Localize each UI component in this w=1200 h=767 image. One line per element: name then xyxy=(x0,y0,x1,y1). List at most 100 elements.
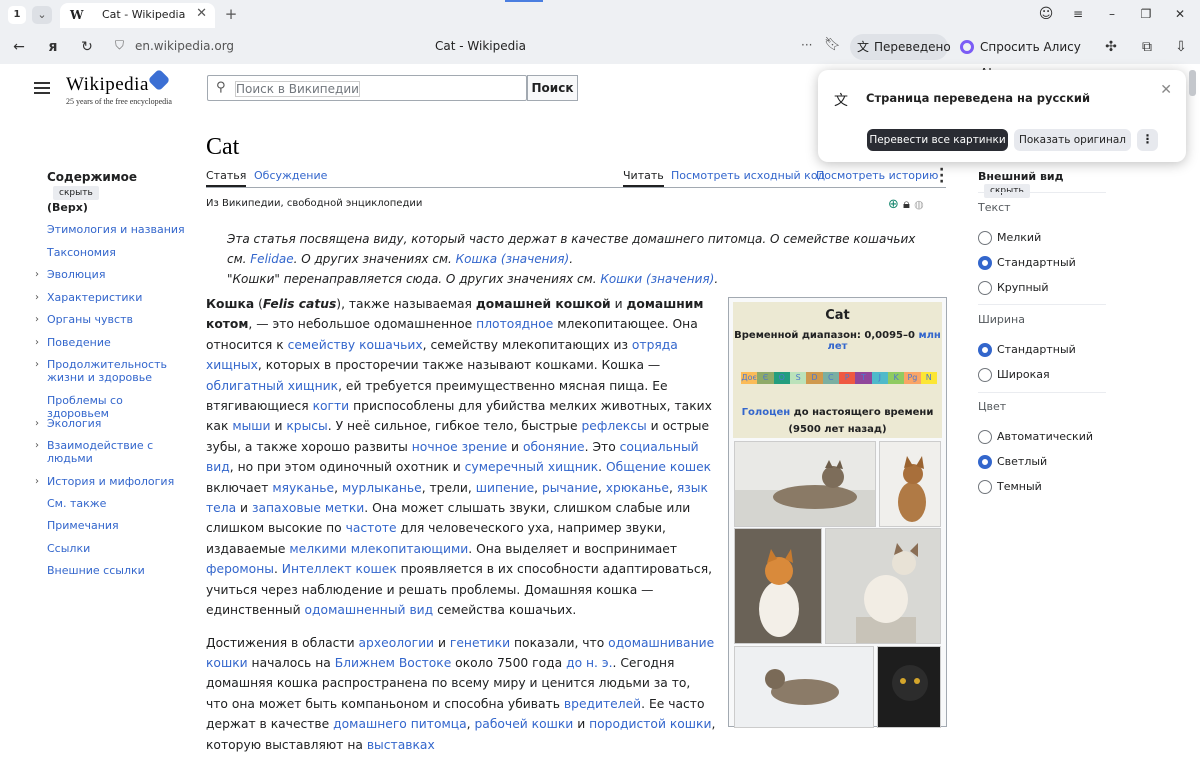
link[interactable]: шипение xyxy=(476,481,534,495)
cat-photo-abyssinian[interactable] xyxy=(879,441,941,527)
link[interactable]: мурлыканье xyxy=(342,481,422,495)
link[interactable]: обоняние xyxy=(523,440,585,454)
toc-item[interactable]: › Органы чувств xyxy=(35,313,187,326)
browser-tab[interactable]: W Cat - Wikipedia ✕ xyxy=(60,3,215,28)
toc-hide-button[interactable]: скрыть xyxy=(53,186,99,200)
link[interactable]: сумеречный хищник xyxy=(465,460,598,474)
cat-photo-tabby-walking[interactable] xyxy=(734,646,874,728)
link[interactable]: когти xyxy=(313,399,350,413)
link[interactable]: рабочей кошки xyxy=(474,717,573,731)
close-popup-icon[interactable]: ✕ xyxy=(1160,82,1172,98)
extensions-icon[interactable]: ✣ xyxy=(1100,36,1122,58)
search-input[interactable]: ⚲ Поиск в Википедии xyxy=(207,75,527,101)
chevron-right-icon[interactable]: › xyxy=(35,313,39,326)
link[interactable]: запаховые метки xyxy=(252,501,364,515)
toc-item[interactable]: Примечания xyxy=(47,519,187,532)
chevron-right-icon[interactable]: › xyxy=(35,358,39,371)
link[interactable]: рефлексы xyxy=(581,419,646,433)
period-segment[interactable]: K xyxy=(887,372,905,384)
link[interactable]: Интеллект кошек xyxy=(282,562,397,576)
chevron-right-icon[interactable]: › xyxy=(35,439,39,452)
new-tab-button[interactable]: + xyxy=(222,5,240,23)
toc-item[interactable]: См. также xyxy=(47,497,187,510)
link[interactable]: отряда хищных xyxy=(206,338,678,372)
chevron-right-icon[interactable]: › xyxy=(35,268,39,281)
radio-text-small[interactable]: Мелкий xyxy=(978,231,1041,245)
link[interactable]: Ближнем Востоке xyxy=(335,656,452,670)
download-icon[interactable]: ⇩ xyxy=(1170,36,1192,58)
translate-images-button[interactable]: Перевести все картинки xyxy=(867,129,1008,151)
toc-item[interactable]: Таксономия xyxy=(47,246,187,259)
link[interactable]: плотоядное xyxy=(476,317,553,331)
minimize-icon[interactable]: – xyxy=(1102,5,1122,23)
period-segment[interactable]: О xyxy=(773,372,790,384)
chevron-right-icon[interactable]: › xyxy=(35,475,39,488)
period-segment[interactable]: D xyxy=(806,372,823,384)
radio-width-wide[interactable]: Широкая xyxy=(978,368,1050,382)
link[interactable]: домашнего питомца xyxy=(333,717,467,731)
chevron-right-icon[interactable]: › xyxy=(35,417,39,430)
toc-item[interactable]: (Верх) xyxy=(47,201,187,214)
link[interactable]: феромоны xyxy=(206,562,274,576)
tab-read[interactable]: Читать xyxy=(623,169,664,187)
link[interactable]: мяуканье xyxy=(272,481,334,495)
chevron-right-icon[interactable]: › xyxy=(35,291,39,304)
link[interactable]: частоте xyxy=(346,521,397,535)
cat-photo-siamese[interactable] xyxy=(825,528,941,644)
link[interactable]: археологии xyxy=(359,636,435,650)
toc-item[interactable]: › История и мифология xyxy=(35,475,187,488)
link[interactable]: мелкими млекопитающими xyxy=(289,542,468,556)
link[interactable]: мыши xyxy=(232,419,270,433)
site-info-icon[interactable]: ⛉ xyxy=(115,38,124,53)
address-bar[interactable]: ⛉ en.wikipedia.org Cat - Wikipedia ··· 🔖… xyxy=(105,33,845,61)
back-icon[interactable]: ← xyxy=(8,36,30,58)
toc-item[interactable]: › Характеристики xyxy=(35,291,187,304)
toc-item[interactable]: › Экология xyxy=(35,417,187,430)
toc-item[interactable]: › Поведение xyxy=(35,336,187,349)
toc-item[interactable]: Этимология и названия xyxy=(47,223,187,236)
link[interactable]: хрюканье xyxy=(606,481,669,495)
link[interactable]: вредителей xyxy=(564,697,641,711)
period-segment[interactable]: C xyxy=(822,372,839,384)
link[interactable]: генетики xyxy=(450,636,510,650)
radio-text-large[interactable]: Крупный xyxy=(978,281,1049,295)
collections-icon[interactable]: ⧉ xyxy=(1136,36,1158,58)
link[interactable]: крысы xyxy=(286,419,327,433)
yandex-icon[interactable]: я xyxy=(42,36,64,58)
more-icon[interactable]: ··· xyxy=(801,38,812,52)
protection-lock-icon[interactable]: 🔒︎ xyxy=(903,197,910,212)
audio-icon[interactable]: ◍ xyxy=(914,198,924,211)
restore-icon[interactable]: ❐ xyxy=(1136,5,1156,23)
search-button[interactable]: Поиск xyxy=(527,75,578,101)
period-segment[interactable]: T xyxy=(855,372,872,384)
ask-alice-button[interactable]: Спросить Алису AI xyxy=(952,34,1090,80)
radio-color-light[interactable]: Светлый xyxy=(978,455,1047,469)
tab-history[interactable]: Посмотреть историю xyxy=(816,169,938,182)
period-segment[interactable]: P xyxy=(838,372,856,384)
period-segment[interactable]: Є xyxy=(757,372,774,384)
period-segment[interactable]: Доє xyxy=(741,372,758,384)
link[interactable]: выставках xyxy=(367,738,435,752)
radio-color-dark[interactable]: Темный xyxy=(978,480,1042,494)
period-segment[interactable]: Pg xyxy=(904,372,921,384)
link[interactable]: породистой кошки xyxy=(589,717,711,731)
link[interactable]: Общение кошек xyxy=(606,460,711,474)
main-menu-icon[interactable] xyxy=(34,82,50,94)
show-original-button[interactable]: Показать оригинал xyxy=(1014,129,1131,151)
menu-icon[interactable]: ≡ xyxy=(1068,5,1088,23)
bookmark-icon[interactable]: 🔖︎ xyxy=(824,37,841,52)
period-segment[interactable]: S xyxy=(789,372,807,384)
translated-button[interactable]: 文 Переведено xyxy=(850,34,951,60)
tab-article[interactable]: Статья xyxy=(206,169,247,187)
radio-color-auto[interactable]: Автоматический xyxy=(978,430,1093,444)
radio-text-standard[interactable]: Стандартный xyxy=(978,256,1076,270)
toc-item[interactable]: › Эволюция xyxy=(35,268,187,281)
close-window-icon[interactable]: ✕ xyxy=(1170,5,1190,23)
toc-item[interactable]: › Продолжительность жизни и здоровье xyxy=(35,358,187,384)
toc-item[interactable]: Ссылки xyxy=(47,542,187,555)
wikipedia-logo[interactable]: Wikipedia 25 years of the free encyclope… xyxy=(66,68,172,106)
scrollbar-thumb[interactable] xyxy=(1189,70,1196,96)
reload-icon[interactable]: ↻ xyxy=(76,36,98,58)
radio-width-standard[interactable]: Стандартный xyxy=(978,343,1076,357)
more-actions-icon[interactable]: · · · xyxy=(939,163,944,189)
